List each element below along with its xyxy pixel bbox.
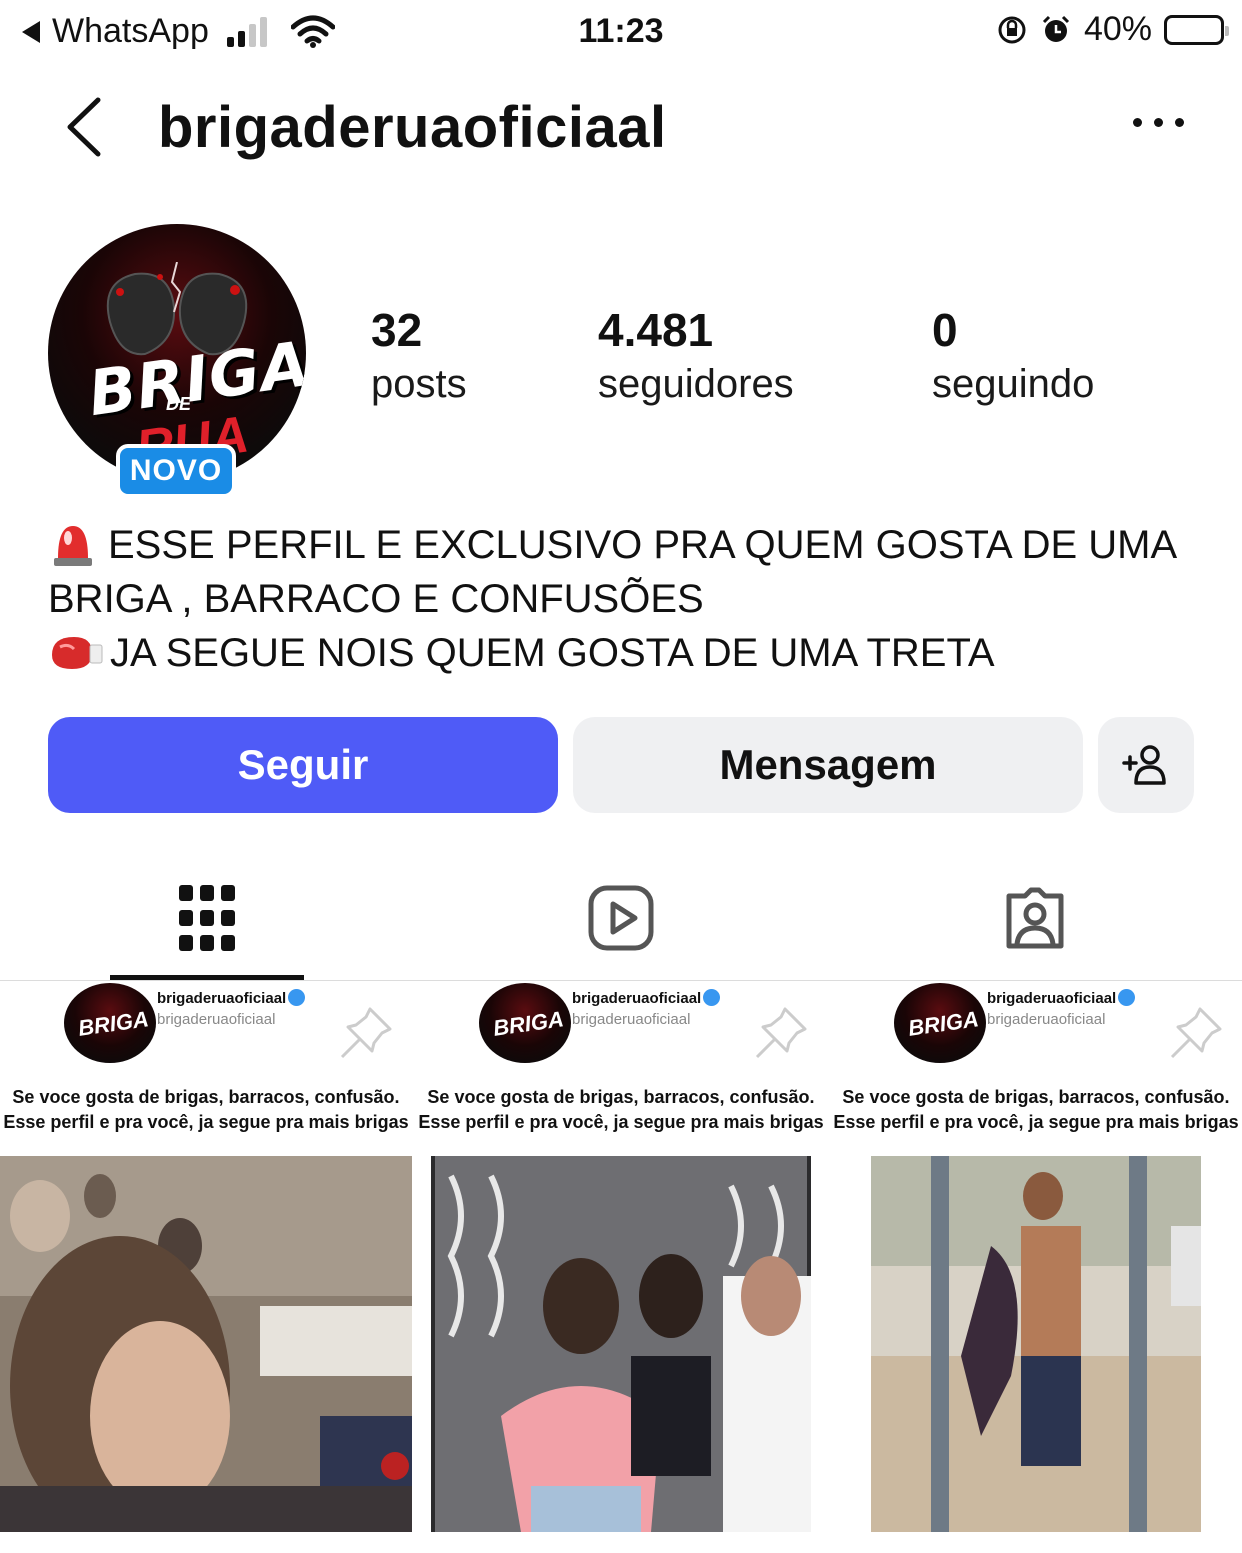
post-logo-text: BRIGA xyxy=(491,1006,566,1041)
post-subhandle: brigaderuaoficiaal xyxy=(572,1011,691,1028)
verified-icon xyxy=(288,989,306,1006)
bio-text-3: JA SEGUE NOIS QUEM GOSTA DE UMA TRETA xyxy=(110,631,995,675)
post-avatar: BRIGA xyxy=(64,983,156,1063)
bio-line-1: ESSE PERFIL E EXCLUSIVO PRA QUEM GOSTA D… xyxy=(48,518,1218,572)
post-caption: Se voce gosta de brigas, barracos, confu… xyxy=(833,1087,1239,1132)
pin-icon xyxy=(1170,1007,1222,1059)
followers-count: 4.481 xyxy=(598,304,714,356)
post-caption: Se voce gosta de brigas, barracos, confu… xyxy=(3,1087,409,1132)
post-logo-text: BRIGA xyxy=(906,1006,981,1041)
followers-label: seguidores xyxy=(598,362,794,406)
profile-header: brigaderuaoficiaal xyxy=(0,80,1242,170)
add-person-icon xyxy=(1122,745,1166,785)
tab-reels[interactable] xyxy=(581,878,661,958)
post-handle: brigaderuaoficiaal xyxy=(572,989,721,1007)
tagged-icon xyxy=(1006,887,1064,949)
following-label: seguindo xyxy=(932,362,1095,406)
grid-icon xyxy=(179,885,235,951)
message-button[interactable]: Mensagem xyxy=(573,717,1083,813)
post-video-thumbnail xyxy=(431,1156,811,1532)
following-count: 0 xyxy=(932,304,958,356)
more-options-icon[interactable] xyxy=(1133,118,1184,127)
status-bar: WhatsApp 11:23 40% xyxy=(0,0,1242,64)
post-tile[interactable]: BRIGA brigaderuaoficiaal brigaderuaofici… xyxy=(830,981,1242,1553)
battery-icon xyxy=(1164,14,1229,45)
new-badge: NOVO xyxy=(116,444,236,498)
post-handle: brigaderuaoficiaal xyxy=(157,989,306,1007)
boxing-glove-emoji-icon xyxy=(52,637,103,669)
follow-button[interactable]: Seguir xyxy=(48,717,558,813)
stat-followers[interactable]: 4.481 seguidores xyxy=(598,304,794,412)
next-row-peek xyxy=(0,1534,412,1553)
post-avatar: BRIGA xyxy=(894,983,986,1063)
alarm-icon xyxy=(1042,15,1069,42)
siren-emoji-icon xyxy=(54,526,92,566)
post-handle: brigaderuaoficiaal xyxy=(987,989,1136,1007)
post-logo-text: BRIGA xyxy=(76,1006,151,1041)
status-right-group: 40% xyxy=(996,10,1229,49)
pin-icon xyxy=(755,1007,807,1059)
pin-icon xyxy=(340,1007,392,1059)
stat-posts[interactable]: 32 posts xyxy=(371,304,467,412)
reels-icon xyxy=(588,885,654,951)
posts-count: 32 xyxy=(371,304,423,356)
tab-tagged[interactable] xyxy=(995,878,1075,958)
profile-bio: ESSE PERFIL E EXCLUSIVO PRA QUEM GOSTA D… xyxy=(48,518,1218,680)
post-tile[interactable]: BRIGA brigaderuaoficiaal brigaderuaofici… xyxy=(415,981,827,1553)
bio-text-2: BRIGA , BARRACO E CONFUSÕES xyxy=(48,577,704,621)
post-video-thumbnail xyxy=(0,1156,412,1532)
post-video-thumbnail xyxy=(871,1156,1201,1532)
bio-line-2: BRIGA , BARRACO E CONFUSÕES xyxy=(48,572,1218,626)
verified-icon xyxy=(1118,989,1136,1006)
bio-line-3: JA SEGUE NOIS QUEM GOSTA DE UMA TRETA xyxy=(48,626,1218,680)
post-subhandle: brigaderuaoficiaal xyxy=(987,1011,1106,1028)
post-caption: Se voce gosta de brigas, barracos, confu… xyxy=(418,1087,824,1132)
verified-icon xyxy=(703,989,721,1006)
back-chevron-icon[interactable] xyxy=(58,92,108,162)
post-avatar: BRIGA xyxy=(479,983,571,1063)
suggested-people-button[interactable] xyxy=(1098,717,1194,813)
orientation-lock-icon xyxy=(998,16,1026,43)
stat-following[interactable]: 0 seguindo xyxy=(932,304,1094,412)
posts-label: posts xyxy=(371,362,467,406)
post-subhandle: brigaderuaoficiaal xyxy=(157,1011,276,1028)
header-username: brigaderuaoficiaal xyxy=(158,95,667,160)
tab-posts-grid[interactable] xyxy=(167,878,247,958)
post-tile[interactable]: BRIGA brigaderuaoficiaal brigaderuaofici… xyxy=(0,981,412,1553)
bio-text-1: ESSE PERFIL E EXCLUSIVO PRA QUEM GOSTA D… xyxy=(108,523,1178,567)
posts-grid: BRIGA brigaderuaoficiaal brigaderuaofici… xyxy=(0,981,1242,1553)
battery-percent: 40% xyxy=(1083,10,1152,48)
